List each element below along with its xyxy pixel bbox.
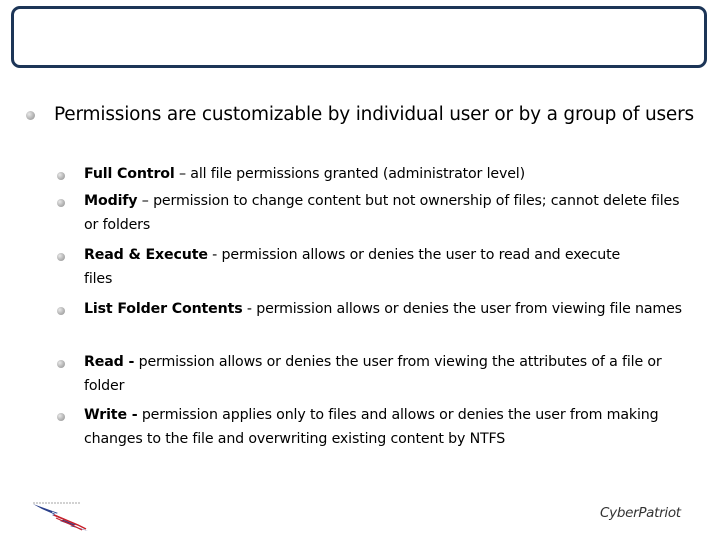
title-placeholder xyxy=(11,6,707,68)
sub-bullet-read: Read - permission allows or denies the u… xyxy=(84,351,664,398)
term: Full Control xyxy=(84,166,175,182)
description: permission applies only to files and all… xyxy=(84,407,659,447)
term: Read - xyxy=(84,354,135,370)
cyberpatriot-logo: CyberPatriot xyxy=(600,505,681,521)
separator: – xyxy=(174,166,191,182)
description: permission allows or denies the user fro… xyxy=(84,354,662,394)
bullet-icon xyxy=(57,360,65,368)
term: Write - xyxy=(84,407,138,423)
main-bullet-text: Permissions are customizable by individu… xyxy=(54,104,694,125)
logo-stripe-red xyxy=(53,514,87,530)
bullet-icon xyxy=(57,307,65,315)
sub-bullet-read-execute: Read & Execute - permission allows or de… xyxy=(84,244,644,291)
bullet-icon xyxy=(57,253,65,261)
term: List Folder Contents xyxy=(84,301,243,317)
separator: – xyxy=(137,193,154,209)
sub-bullet-full-control: Full Control – all file permissions gran… xyxy=(84,163,704,187)
bullet-icon xyxy=(57,172,65,180)
air-force-association-logo xyxy=(33,502,88,531)
description: permission allows or denies the user fro… xyxy=(256,301,682,317)
bullet-icon xyxy=(57,413,65,421)
description: permission to change content but not own… xyxy=(84,193,680,233)
sub-bullet-modify: Modify – permission to change content bu… xyxy=(84,190,684,237)
sub-bullet-write: Write - permission applies only to files… xyxy=(84,404,694,451)
separator: - xyxy=(242,301,257,317)
term: Read & Execute xyxy=(84,247,208,263)
term: Modify xyxy=(84,193,138,209)
sub-bullet-list-folder-contents: List Folder Contents - permission allows… xyxy=(84,298,684,322)
separator: - xyxy=(207,247,222,263)
description: all file permissions granted (administra… xyxy=(190,166,525,182)
bullet-icon xyxy=(57,199,65,207)
bullet-icon xyxy=(26,111,35,120)
